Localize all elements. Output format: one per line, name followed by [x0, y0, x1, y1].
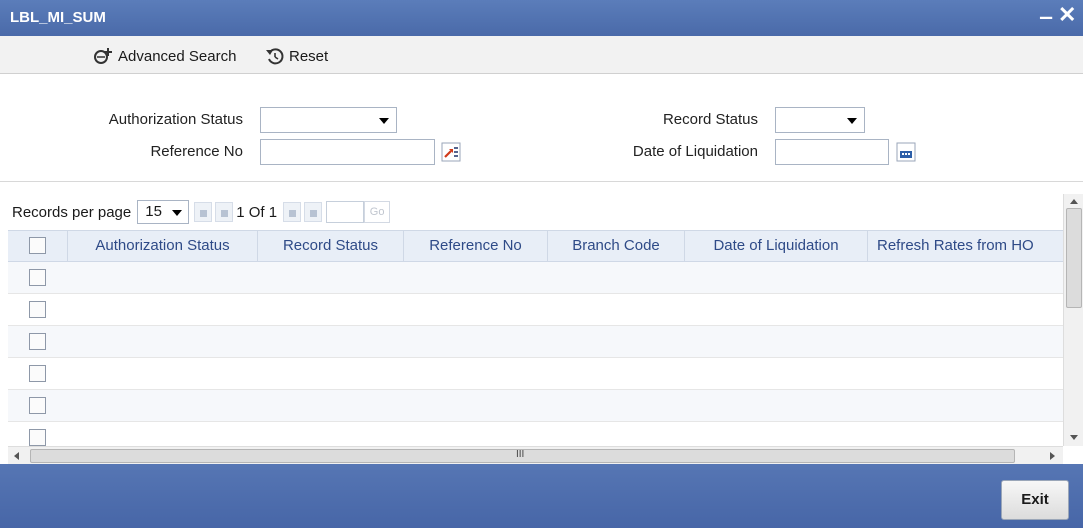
vertical-scroll-thumb[interactable] [1066, 208, 1082, 308]
date-of-liquidation-input[interactable] [775, 139, 889, 165]
table-row [8, 294, 1063, 326]
table-row [8, 262, 1063, 294]
chevron-down-icon [172, 210, 183, 216]
first-page-button[interactable] [194, 202, 213, 222]
window-titlebar: LBL_MI_SUM ‒ ✕ [0, 0, 1083, 36]
row-checkbox[interactable] [29, 397, 46, 414]
column-header-reference-no[interactable]: Reference No [404, 231, 548, 261]
column-header-record-status[interactable]: Record Status [258, 231, 404, 261]
record-status-select[interactable] [775, 107, 865, 133]
record-status-label: Record Status [662, 111, 758, 128]
results-grid: Records per page 15 1 Of 1 Go Authorizat… [8, 194, 1083, 462]
reset-label: Reset [289, 47, 329, 65]
page-number-input[interactable] [326, 201, 365, 223]
records-per-page-select[interactable]: 15 [137, 200, 190, 224]
row-checkbox[interactable] [29, 365, 46, 382]
next-page-button[interactable] [283, 202, 302, 222]
lookup-icon[interactable] [441, 142, 461, 162]
row-checkbox[interactable] [29, 429, 46, 446]
column-header-refresh-rates-from-ho[interactable]: Refresh Rates from HO [868, 231, 1063, 261]
last-page-button[interactable] [304, 202, 323, 222]
reference-no-input[interactable] [260, 139, 435, 165]
toolbar: Advanced Search Reset [0, 36, 1083, 74]
row-checkbox[interactable] [29, 269, 46, 286]
select-all-checkbox[interactable] [29, 237, 46, 254]
page-info: 1 Of 1 [236, 203, 278, 221]
chevron-down-icon [847, 118, 857, 124]
go-button[interactable]: Go [364, 201, 391, 223]
minimize-button[interactable]: ‒ [1040, 6, 1052, 28]
advanced-search-icon [92, 46, 114, 66]
records-per-page-value: 15 [145, 203, 162, 220]
table-row [8, 422, 1063, 446]
pagination-bar: Records per page 15 1 Of 1 Go [8, 194, 1063, 230]
select-all-column [8, 231, 68, 261]
horizontal-scrollbar[interactable]: III [8, 446, 1063, 464]
column-header-date-of-liquidation[interactable]: Date of Liquidation [685, 231, 868, 261]
exit-button[interactable]: Exit [1001, 480, 1069, 520]
close-button[interactable]: ✕ [1058, 4, 1076, 26]
chevron-down-icon [379, 118, 389, 124]
previous-page-button[interactable] [215, 202, 234, 222]
grid-body [8, 262, 1063, 446]
window-title: LBL_MI_SUM [10, 9, 106, 26]
date-of-liquidation-label: Date of Liquidation [632, 143, 758, 160]
reset-icon [265, 46, 285, 66]
records-per-page-label: Records per page [12, 203, 132, 221]
advanced-search-button[interactable]: Advanced Search [92, 46, 236, 66]
column-header-authorization-status[interactable]: Authorization Status [68, 231, 258, 261]
advanced-search-label: Advanced Search [118, 47, 237, 65]
column-header-branch-code[interactable]: Branch Code [548, 231, 685, 261]
authorization-status-select[interactable] [260, 107, 397, 133]
scroll-grip: III [516, 449, 525, 460]
horizontal-scroll-thumb[interactable]: III [30, 449, 1015, 463]
reset-button[interactable]: Reset [265, 46, 328, 66]
row-checkbox[interactable] [29, 301, 46, 318]
authorization-status-label: Authorization Status [108, 111, 243, 128]
table-row [8, 390, 1063, 422]
calendar-icon[interactable] [896, 142, 916, 162]
search-criteria-panel: Authorization Status Record Status Refer… [0, 74, 1083, 182]
vertical-scrollbar[interactable] [1063, 194, 1083, 446]
reference-no-label: Reference No [150, 143, 243, 160]
row-checkbox[interactable] [29, 333, 46, 350]
table-row [8, 326, 1063, 358]
table-row [8, 358, 1063, 390]
footer-bar: Exit [0, 464, 1083, 528]
grid-header: Authorization Status Record Status Refer… [8, 230, 1063, 262]
